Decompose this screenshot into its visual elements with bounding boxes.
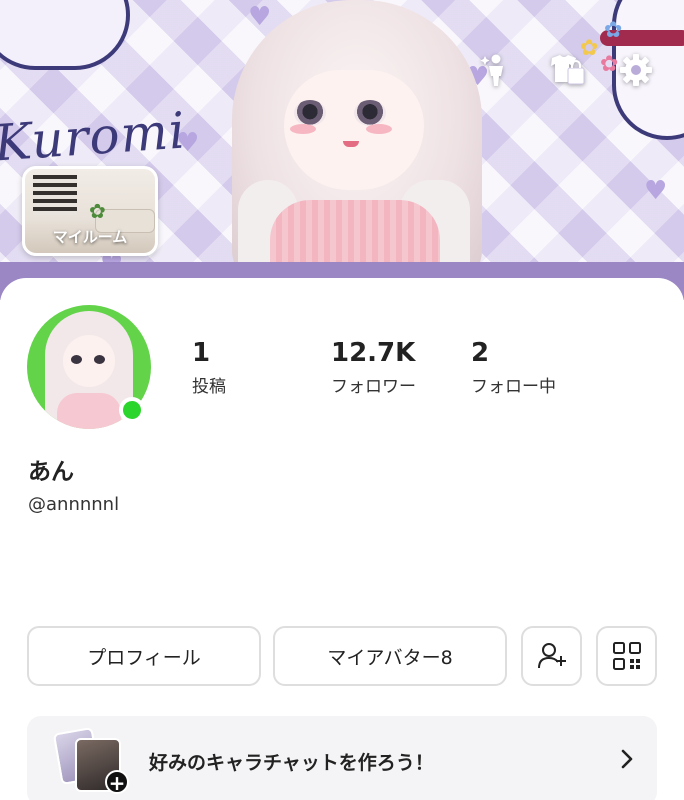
display-name: あん xyxy=(28,459,74,485)
user-handle: @annnnnl xyxy=(28,494,120,515)
stat-value: 2 xyxy=(471,338,490,368)
heart-decoration: ♥ xyxy=(248,2,272,32)
flower-decoration: ✿ xyxy=(604,18,623,43)
character-chat-promo[interactable]: + 好みのキャラチャットを作ろう！ xyxy=(27,716,657,800)
avatar-eye xyxy=(94,355,105,364)
avatar-body xyxy=(57,393,121,429)
avatar-eye xyxy=(71,355,82,364)
chevron-right-icon xyxy=(621,749,633,769)
qr-code-icon xyxy=(612,642,641,670)
cover-brand-text: Kuromi xyxy=(0,101,188,173)
avatar-blush xyxy=(290,124,316,134)
stat-label: フォロワー xyxy=(331,377,416,397)
my-avatar-button[interactable]: マイアバター8 xyxy=(273,626,507,686)
stat-label: フォロー中 xyxy=(471,377,556,397)
avatar-eye xyxy=(354,100,386,126)
cover-character-left xyxy=(0,0,130,70)
stat-following[interactable]: 2 フォロー中 xyxy=(471,338,556,397)
stat-posts[interactable]: 1 投稿 xyxy=(192,338,226,397)
qr-code-button[interactable] xyxy=(596,626,657,686)
plant-icon: ✿ xyxy=(89,199,106,223)
avatar-blush xyxy=(366,124,392,134)
add-friend-button[interactable] xyxy=(521,626,582,686)
stat-followers[interactable]: 12.7K フォロワー xyxy=(331,338,416,397)
avatar-pose-icon[interactable] xyxy=(472,48,516,92)
stat-label: 投稿 xyxy=(192,377,226,397)
heart-decoration: ♥ xyxy=(644,176,668,206)
plus-icon: + xyxy=(105,770,129,794)
promo-text: 好みのキャラチャットを作ろう！ xyxy=(149,752,434,774)
closet-icon[interactable] xyxy=(544,48,588,92)
my-room-label: マイルーム xyxy=(52,228,128,246)
stat-value: 1 xyxy=(192,338,211,368)
room-window-blind xyxy=(33,175,77,215)
online-status-indicator xyxy=(119,397,145,423)
add-friend-icon xyxy=(537,643,566,669)
profile-button[interactable]: プロフィール xyxy=(27,626,261,686)
my-room-card[interactable]: ✿ マイルーム xyxy=(22,166,158,256)
avatar-eye xyxy=(294,100,326,126)
settings-gear-icon[interactable] xyxy=(614,48,658,92)
stat-value: 12.7K xyxy=(331,338,416,368)
